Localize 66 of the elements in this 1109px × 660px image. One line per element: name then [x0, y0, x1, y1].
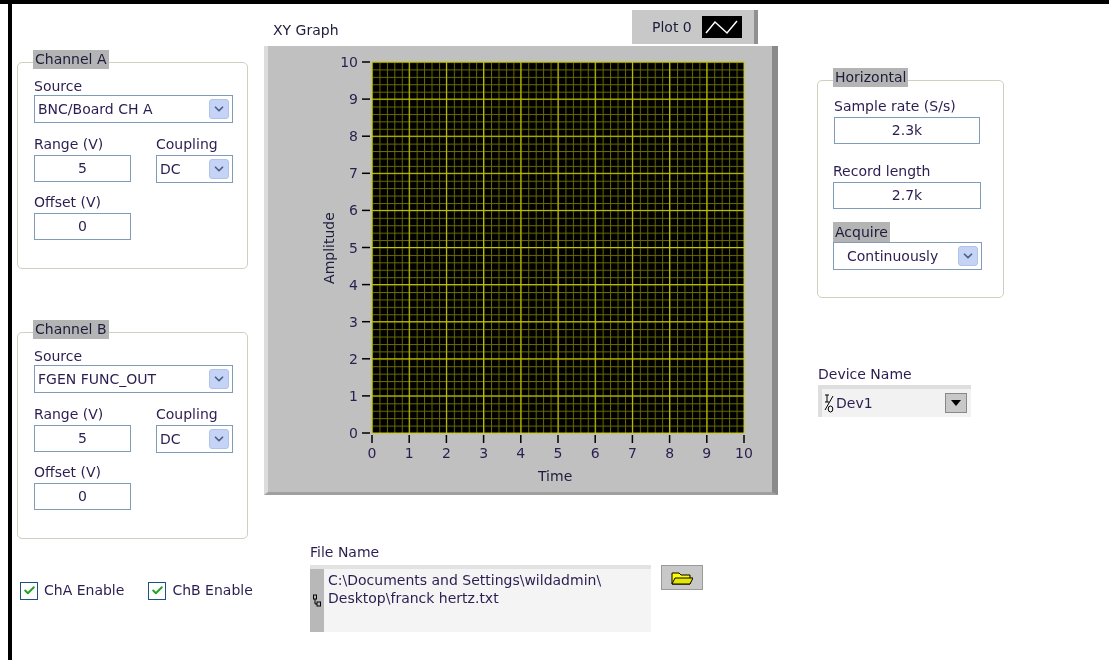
field-label: Coupling — [156, 405, 219, 423]
browse-button[interactable] — [661, 565, 703, 590]
y-tick-label: 8 — [348, 128, 358, 145]
device-selector[interactable]: Dev1 — [818, 385, 971, 417]
x-tick-label: 0 — [366, 445, 378, 461]
field-label: Source — [34, 77, 84, 95]
check-icon — [22, 584, 36, 597]
x-tick-label: 2 — [440, 445, 452, 461]
y-tick-label: 1 — [348, 387, 358, 404]
checkbox[interactable] — [148, 581, 167, 600]
x-axis-title: Time — [538, 468, 573, 484]
x-tick-label: 5 — [552, 445, 564, 461]
y-tick-label: 6 — [348, 202, 358, 219]
group-title: Channel A — [33, 50, 109, 69]
field-label: File Name — [310, 543, 381, 561]
dropdown[interactable]: Continuously — [833, 242, 982, 270]
line-style-icon — [701, 16, 742, 38]
checkbox[interactable] — [20, 581, 38, 600]
field-label: Range (V) — [34, 135, 105, 153]
group-title: Horizontal — [833, 68, 909, 87]
y-tick-label: 9 — [348, 91, 358, 108]
field-label: Coupling — [156, 135, 219, 153]
y-tick-label: 3 — [348, 313, 358, 330]
field-label: Acquire — [833, 222, 890, 242]
legend-label: Plot 0 — [652, 17, 692, 37]
x-tick-label: 1 — [403, 445, 415, 461]
path-text: Desktop\franck hertz.txt — [328, 589, 500, 607]
graph-title: XY Graph — [273, 21, 339, 40]
numeric-field[interactable]: 2.7k — [833, 182, 981, 209]
numeric-field[interactable]: 0 — [34, 213, 131, 240]
y-axis-title: Amplitude — [320, 211, 337, 284]
x-tick-label: 9 — [701, 445, 713, 461]
field-label: Record length — [833, 162, 932, 180]
y-tick-label: 10 — [339, 54, 358, 70]
dropdown[interactable]: DC — [156, 425, 233, 453]
x-tick-label: 4 — [515, 445, 527, 461]
field-label: Sample rate (S/s) — [834, 97, 957, 115]
path-field[interactable]: C:\Documents and Settings\wildadmin\ Desktop\franck hertz.txt — [310, 565, 651, 632]
dropdown[interactable]: FGEN FUNC_OUT — [34, 365, 233, 393]
enable-checkbox[interactable]: ChB Enable — [148, 580, 253, 601]
y-tick-label: 0 — [348, 425, 358, 441]
folder-icon — [671, 570, 693, 585]
x-tick-label: 10 — [734, 445, 754, 461]
y-tick-label: 7 — [348, 165, 358, 182]
dropdown[interactable]: DC — [156, 155, 233, 183]
numeric-field[interactable]: 5 — [34, 155, 131, 182]
field-label: Offset (V) — [34, 193, 102, 211]
numeric-field[interactable]: 5 — [34, 425, 131, 452]
numeric-field[interactable]: 2.3k — [834, 117, 980, 144]
field-label: Source — [34, 347, 84, 365]
field-label: Offset (V) — [34, 463, 102, 481]
dropdown[interactable]: BNC/Board CH A — [34, 95, 233, 123]
field-label: Range (V) — [34, 405, 105, 423]
x-tick-label: 3 — [478, 445, 490, 461]
x-tick-label: 7 — [626, 445, 638, 461]
field-label: Device Name — [818, 365, 913, 383]
path-text: C:\Documents and Settings\wildadmin\ — [328, 571, 602, 589]
y-tick-label: 2 — [348, 350, 358, 367]
path-icon — [313, 593, 321, 608]
x-tick-label: 6 — [589, 445, 601, 461]
enable-checkbox[interactable]: ChA Enable — [20, 580, 125, 601]
check-icon — [150, 584, 164, 597]
numeric-field[interactable]: 0 — [34, 483, 131, 510]
io-icon — [824, 393, 834, 413]
x-tick-label: 8 — [664, 445, 676, 461]
group-title: Channel B — [33, 320, 109, 339]
